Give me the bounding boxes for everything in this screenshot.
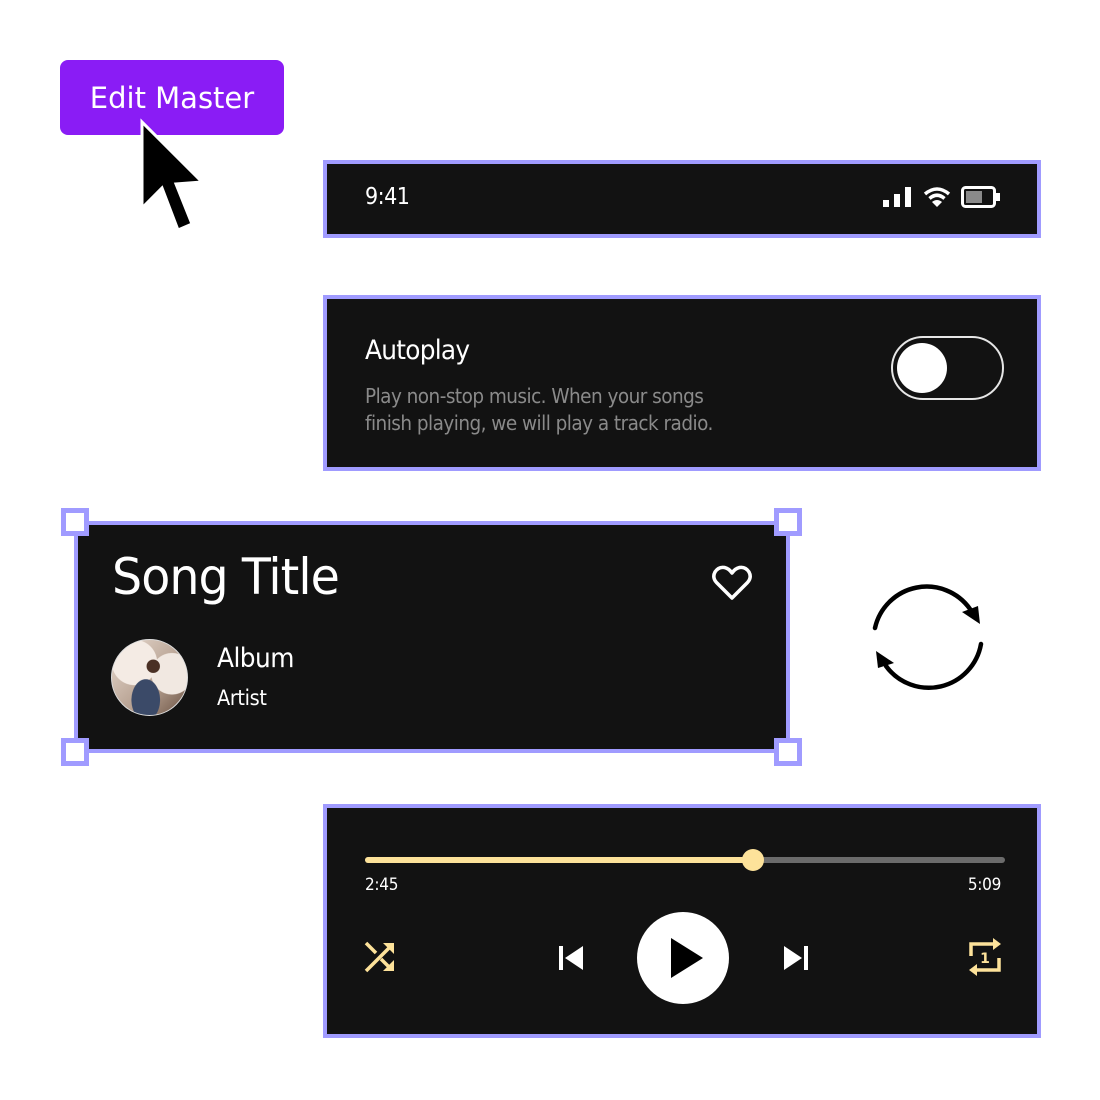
- autoplay-card: Autoplay Play non-stop music. When your …: [323, 295, 1041, 471]
- current-time: 2:45: [365, 875, 399, 895]
- autoplay-title: Autoplay: [365, 335, 470, 366]
- autoplay-description: Play non-stop music. When your songs fin…: [365, 384, 713, 435]
- repeat-one-icon[interactable]: 1: [965, 936, 1005, 980]
- shuffle-icon[interactable]: [363, 940, 397, 974]
- sync-icon: [872, 584, 984, 690]
- song-title: Song Title: [112, 548, 340, 606]
- resize-handle-bottom-left[interactable]: [61, 738, 89, 766]
- wifi-icon: [923, 187, 951, 207]
- resize-handle-top-right[interactable]: [774, 508, 802, 536]
- resize-handle-top-left[interactable]: [61, 508, 89, 536]
- progress-track[interactable]: [365, 849, 1005, 871]
- heart-icon[interactable]: [711, 564, 753, 602]
- player-card: 2:45 5:09 1: [323, 804, 1041, 1038]
- total-time: 5:09: [967, 875, 1001, 895]
- repeat-badge: 1: [980, 951, 990, 967]
- progress-fill: [365, 857, 754, 863]
- play-button[interactable]: [637, 912, 729, 1004]
- toggle-knob: [897, 343, 947, 393]
- artist-name: Artist: [217, 686, 267, 710]
- next-icon[interactable]: [782, 944, 810, 972]
- mouse-cursor-icon: [140, 118, 206, 232]
- play-icon: [671, 938, 703, 978]
- battery-icon: [961, 186, 1000, 208]
- status-bar: 9:41: [323, 160, 1041, 238]
- progress-thumb[interactable]: [742, 849, 765, 871]
- album-name: Album: [217, 643, 294, 674]
- signal-icon: [883, 187, 911, 207]
- status-time: 9:41: [365, 184, 410, 210]
- status-icons: [883, 186, 1001, 208]
- previous-icon[interactable]: [557, 944, 585, 972]
- album-art-avatar: [111, 639, 188, 716]
- resize-handle-bottom-right[interactable]: [774, 738, 802, 766]
- autoplay-toggle[interactable]: [891, 336, 1004, 400]
